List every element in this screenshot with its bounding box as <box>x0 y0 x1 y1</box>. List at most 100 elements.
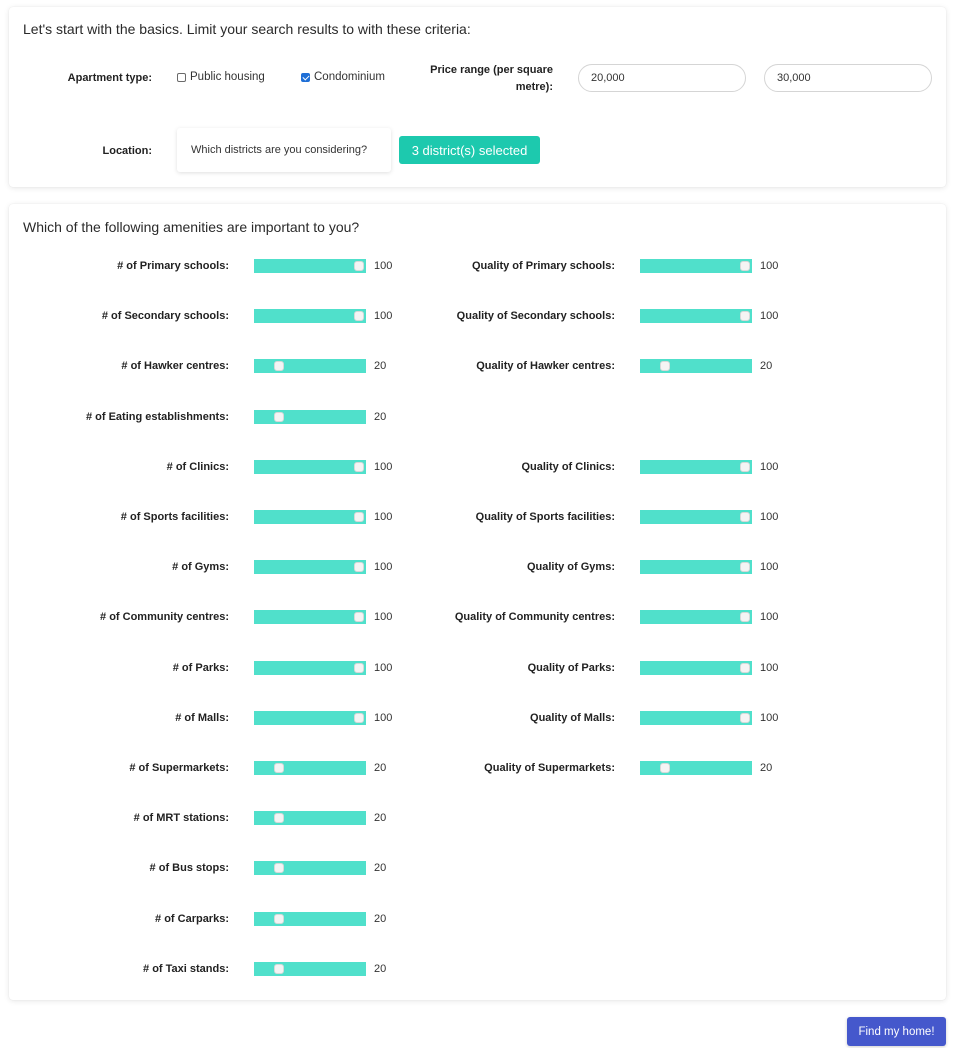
amenity-slider[interactable] <box>640 711 752 725</box>
amenity-label: Quality of Sports facilities: <box>475 511 615 523</box>
amenity-label: # of Eating establishments: <box>85 411 229 423</box>
slider-handle[interactable] <box>354 562 364 572</box>
amenity-label: # of Secondary schools: <box>101 310 229 322</box>
amenity-label: # of Bus stops: <box>149 862 229 874</box>
amenity-slider[interactable] <box>254 259 366 273</box>
find-my-home-button[interactable]: Find my home! <box>847 1017 946 1046</box>
slider-handle[interactable] <box>354 512 364 522</box>
amenity-value: 20 <box>374 762 387 774</box>
amenity-label: # of Supermarkets: <box>129 762 229 774</box>
slider-handle[interactable] <box>740 261 750 271</box>
amenity-value: 100 <box>374 511 393 523</box>
amenity-value: 100 <box>760 260 779 272</box>
amenity-value: 20 <box>374 963 387 975</box>
amenity-value: 100 <box>374 461 393 473</box>
district-selector[interactable]: Which districts are you considering? <box>177 128 391 172</box>
amenity-slider[interactable] <box>254 510 366 524</box>
price-range-label: Price range (per square metre): <box>430 64 553 93</box>
slider-handle[interactable] <box>740 663 750 673</box>
slider-handle[interactable] <box>354 261 364 271</box>
slider-handle[interactable] <box>660 763 670 773</box>
amenity-slider[interactable] <box>640 560 752 574</box>
amenity-value: 100 <box>374 662 393 674</box>
amenity-value: 20 <box>374 913 387 925</box>
amenity-slider[interactable] <box>640 661 752 675</box>
slider-handle[interactable] <box>740 562 750 572</box>
condominium-check-icon[interactable] <box>301 72 310 82</box>
amenity-label: Quality of Gyms: <box>526 561 615 573</box>
condominium-checkbox[interactable]: Condominium <box>301 71 385 83</box>
amenity-slider[interactable] <box>640 610 752 624</box>
slider-handle[interactable] <box>740 462 750 472</box>
slider-handle[interactable] <box>660 361 670 371</box>
districts-selected-button[interactable]: 3 district(s) selected <box>399 136 540 164</box>
slider-handle[interactable] <box>274 412 284 422</box>
amenity-slider[interactable] <box>640 359 752 373</box>
amenity-slider[interactable] <box>254 359 366 373</box>
amenity-slider[interactable] <box>254 560 366 574</box>
amenity-slider[interactable] <box>254 912 366 926</box>
slider-handle[interactable] <box>354 713 364 723</box>
slider-handle[interactable] <box>274 763 284 773</box>
amenity-value: 20 <box>374 411 387 423</box>
slider-handle[interactable] <box>740 512 750 522</box>
slider-handle[interactable] <box>354 462 364 472</box>
amenity-label: Quality of Clinics: <box>521 461 615 473</box>
amenity-slider[interactable] <box>254 460 366 474</box>
amenity-slider[interactable] <box>254 711 366 725</box>
amenity-slider[interactable] <box>254 610 366 624</box>
amenity-value: 100 <box>760 662 779 674</box>
amenities-card: Which of the following amenities are imp… <box>9 204 946 1000</box>
amenity-value: 100 <box>760 561 779 573</box>
amenity-label: Quality of Secondary schools: <box>456 310 615 322</box>
apartment-type-label: Apartment type: <box>67 72 152 84</box>
amenity-slider[interactable] <box>254 962 366 976</box>
amenity-label: # of MRT stations: <box>133 812 229 824</box>
amenity-value: 100 <box>374 712 393 724</box>
amenity-label: Quality of Malls: <box>530 712 615 724</box>
amenity-slider[interactable] <box>254 309 366 323</box>
amenity-slider[interactable] <box>254 761 366 775</box>
amenity-label: # of Primary schools: <box>117 260 229 272</box>
slider-handle[interactable] <box>274 361 284 371</box>
amenity-slider[interactable] <box>640 460 752 474</box>
slider-handle[interactable] <box>274 813 284 823</box>
amenity-slider[interactable] <box>640 761 752 775</box>
amenity-value: 100 <box>374 611 393 623</box>
slider-handle[interactable] <box>740 713 750 723</box>
slider-handle[interactable] <box>354 612 364 622</box>
amenity-value: 20 <box>760 360 773 372</box>
amenity-value: 20 <box>760 762 773 774</box>
amenities-heading: Which of the following amenities are imp… <box>23 219 360 235</box>
public-housing-checkbox[interactable]: Public housing <box>177 71 265 83</box>
slider-handle[interactable] <box>740 311 750 321</box>
public-housing-label: Public housing <box>190 71 265 83</box>
slider-handle[interactable] <box>354 663 364 673</box>
slider-handle[interactable] <box>740 612 750 622</box>
amenity-label: # of Carparks: <box>155 913 229 925</box>
amenity-slider[interactable] <box>254 811 366 825</box>
amenity-label: # of Hawker centres: <box>121 360 229 372</box>
amenity-label: # of Parks: <box>172 662 229 674</box>
amenity-slider[interactable] <box>640 309 752 323</box>
price-max-input[interactable]: 30,000 <box>764 64 932 92</box>
amenity-value: 100 <box>760 461 779 473</box>
condominium-label: Condominium <box>314 71 385 83</box>
amenity-slider[interactable] <box>640 259 752 273</box>
amenity-slider[interactable] <box>254 861 366 875</box>
slider-handle[interactable] <box>354 311 364 321</box>
amenity-slider[interactable] <box>254 661 366 675</box>
slider-handle[interactable] <box>274 914 284 924</box>
amenity-value: 20 <box>374 360 387 372</box>
location-label: Location: <box>102 145 153 157</box>
slider-handle[interactable] <box>274 964 284 974</box>
amenity-label: Quality of Hawker centres: <box>476 360 615 372</box>
amenity-label: Quality of Community centres: <box>454 611 615 623</box>
public-housing-check-icon[interactable] <box>177 72 186 82</box>
basics-heading: Let's start with the basics. Limit your … <box>23 21 471 37</box>
amenity-slider[interactable] <box>254 410 366 424</box>
price-min-input[interactable]: 20,000 <box>578 64 746 92</box>
slider-handle[interactable] <box>274 863 284 873</box>
amenity-value: 20 <box>374 812 387 824</box>
amenity-slider[interactable] <box>640 510 752 524</box>
